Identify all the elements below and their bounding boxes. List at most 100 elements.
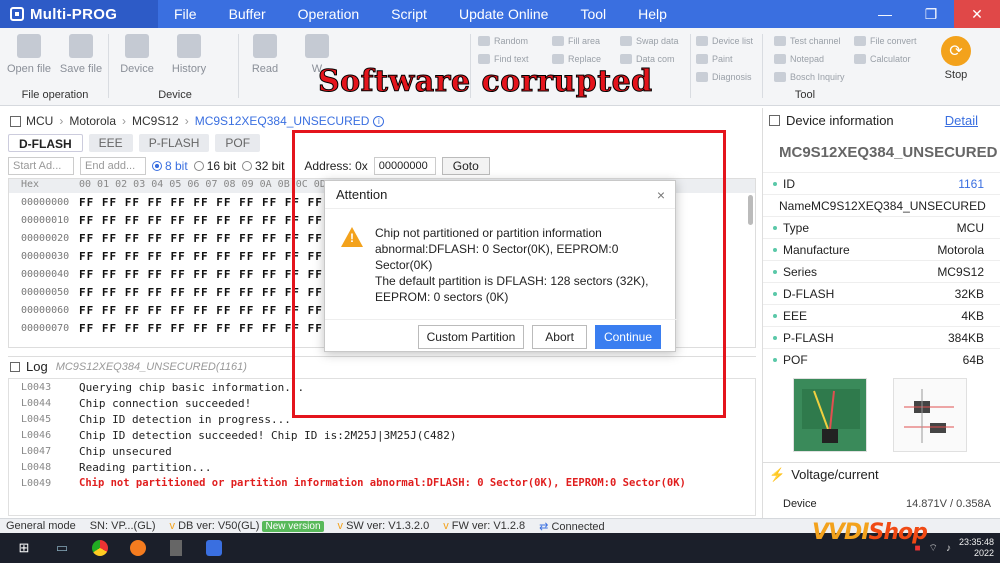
continue-button[interactable]: Continue [594,324,661,349]
prop-key: P-FLASH [783,330,834,345]
title-bar: Multi-PROG File Buffer Operation Script … [0,0,1000,28]
menu-script[interactable]: Script [375,6,443,22]
prop-key: Series [783,264,818,279]
prop-key: Manufacture [783,242,850,257]
radio-8bit[interactable]: 8 bit [152,159,188,173]
detail-link[interactable]: Detail [945,113,978,128]
test-channel-button[interactable]: Test channel [774,36,841,46]
watermark-part-a: VVDI [812,520,869,545]
calculator-button[interactable]: Calculator [854,54,911,64]
menu-help[interactable]: Help [622,6,683,22]
close-button[interactable]: ✕ [954,0,1000,28]
data-com-label: Data com [636,54,675,64]
swap-data-button[interactable]: Swap data [620,36,679,46]
vvdishop-watermark: VVDIShop [812,520,928,545]
prop-row-eee: EEE 4KB [763,304,1000,326]
clock-time: 23:35:48 [958,537,994,547]
prop-value[interactable]: 1161 [958,177,984,191]
hex-row-addr: 00000010 [21,214,70,226]
hex-row-addr: 00000040 [21,268,70,280]
task-view-icon[interactable]: ▭ [48,534,76,562]
start-address-input[interactable]: Start Ad... [8,157,74,175]
multiprog-taskbar-icon[interactable] [200,534,228,562]
prop-row-series: Series MC9S12 [763,260,1000,282]
write-icon [305,34,329,58]
prop-value: 32KB [954,286,984,301]
tray-wifi-icon[interactable]: ⌔ [929,542,938,555]
menu-operation[interactable]: Operation [282,6,375,22]
breadcrumb-separator: › [122,114,127,128]
diagnosis-button[interactable]: Diagnosis [696,72,752,82]
watermark-part-b: Shop [868,520,928,545]
log-line-text: Querying chip basic information... [79,380,305,394]
dialog-close-icon[interactable]: × [657,187,665,203]
device-label: Device [120,63,154,75]
app-window: Multi-PROG File Buffer Operation Script … [0,0,1000,563]
fill-area-label: Fill area [568,36,601,46]
device-list-label: Device list [712,36,754,46]
bosch-inquiry-button[interactable]: Bosch Inquiry [774,72,845,82]
custom-partition-button[interactable]: Custom Partition [417,324,525,349]
data-com-button[interactable]: Data com [620,54,675,64]
calculator-icon [854,54,866,64]
hex-scrollbar[interactable] [748,195,753,225]
breadcrumb-brand[interactable]: Motorola [69,114,116,128]
breadcrumb-family[interactable]: MC9S12 [132,114,179,128]
device-chip-name: MC9S12XEQ384_UNSECURED [779,143,998,161]
app-logo: Multi-PROG [0,0,158,28]
chrome-icon[interactable] [86,534,114,562]
tab-d-flash[interactable]: D-FLASH [8,134,83,152]
radio-16bit[interactable]: 16 bit [193,159,236,173]
save-file-button[interactable]: Save file [56,34,106,75]
log-line-error: L0049 Chip not partitioned or partition i… [9,475,755,491]
radio-icon [193,161,204,171]
prop-value: 64B [962,352,984,367]
radio-32bit[interactable]: 32 bit [242,159,284,173]
menu-file[interactable]: File [158,6,213,22]
device-app-icon[interactable] [162,534,190,562]
random-button[interactable]: Random [478,36,528,46]
test-icon [774,36,786,46]
log-line-number: L0047 [21,445,52,457]
prop-key: Name [779,198,812,213]
maximize-button[interactable]: ❐ [908,0,954,28]
replace-button[interactable]: Replace [552,54,601,64]
menu-buffer[interactable]: Buffer [213,6,282,22]
menu-tool[interactable]: Tool [564,6,622,22]
paint-button[interactable]: Paint [696,54,733,64]
status-sn: SN: VP...(GL) [89,520,156,532]
tab-pof[interactable]: POF [215,134,261,152]
pinout-diagram-image[interactable] [893,378,967,452]
firefox-icon[interactable] [124,534,152,562]
menu-update-online[interactable]: Update Online [443,6,565,22]
notepad-button[interactable]: Notepad [774,54,824,64]
open-file-button[interactable]: Open file [4,34,54,75]
breadcrumb-mcu[interactable]: MCU [26,114,53,128]
tab-eee[interactable]: EEE [88,134,133,152]
windows-start-icon[interactable]: ⊞ [10,534,38,562]
new-version-badge[interactable]: New version [262,521,324,532]
status-fw-text: FW ver: V1.2.8 [451,520,526,532]
device-list-button[interactable]: Device list [696,36,753,46]
wiring-diagram-image[interactable] [793,378,867,452]
bullet-icon [773,225,777,230]
abort-button[interactable]: Abort [532,324,587,349]
read-button[interactable]: Read [240,34,290,75]
tab-p-flash[interactable]: P-FLASH [138,134,210,152]
stop-button[interactable]: ⟳ Stop [934,36,978,81]
dialog-message: Chip not partitioned or partition inform… [375,225,661,305]
log-line: L0048 Reading partition... [9,459,755,475]
file-convert-button[interactable]: File convert [854,36,917,46]
find-text-button[interactable]: Find text [478,54,529,64]
prop-row-type: Type MCU [763,216,1000,238]
log-line-number: L0045 [21,413,52,425]
end-address-input[interactable]: End add... [80,157,146,175]
tray-volume-icon[interactable]: ♪ [946,543,951,554]
prop-value: MCU [956,220,984,235]
minimize-button[interactable]: — [862,0,908,28]
history-button[interactable]: History [164,34,214,75]
clock[interactable]: 23:35:48 2022 [959,537,994,559]
info-icon[interactable]: i [373,115,385,127]
fill-area-button[interactable]: Fill area [552,36,600,46]
device-button[interactable]: Device [112,34,162,75]
